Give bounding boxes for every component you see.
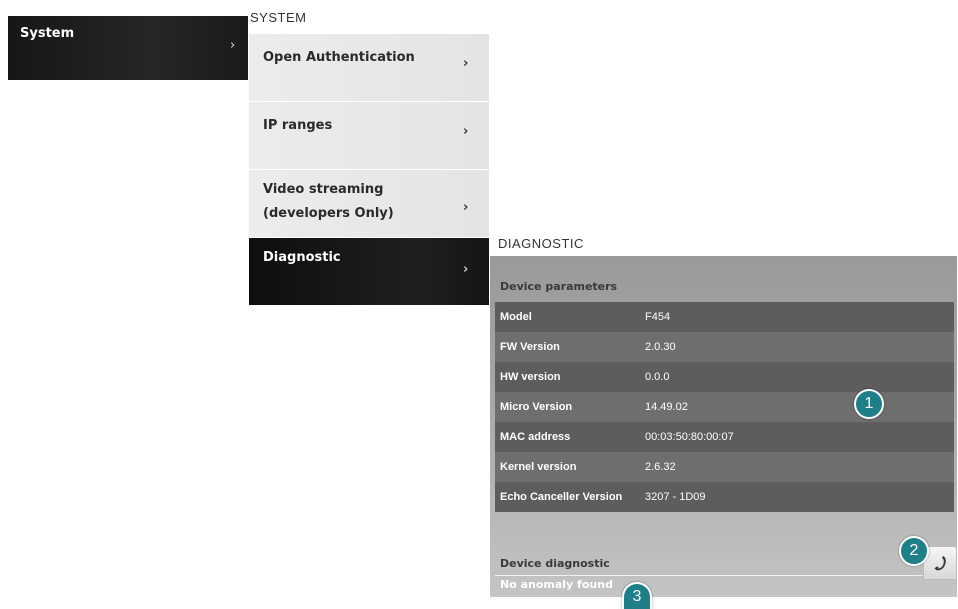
device-diagnostic-label: Device diagnostic — [500, 557, 610, 570]
menu-item-label: Video streaming (developers Only) — [263, 178, 394, 226]
menu-item-open-authentication[interactable]: Open Authentication › — [249, 34, 489, 102]
callout-2: 2 — [899, 536, 929, 566]
system-nav-label: System — [20, 26, 75, 41]
param-value: F454 — [645, 311, 671, 323]
menu-item-label-line1: Video streaming — [263, 182, 384, 197]
callout-3: 3 — [622, 582, 652, 609]
param-key: HW version — [500, 371, 561, 383]
device-parameters-table: Model F454 FW Version 2.0.30 HW version … — [495, 302, 954, 512]
menu-item-label-line2: (developers Only) — [263, 206, 394, 221]
device-parameters-label: Device parameters — [500, 280, 618, 293]
param-key: FW Version — [500, 341, 560, 353]
param-value: 00:03:50:80:00:07 — [645, 431, 734, 443]
param-key: Echo Canceller Version — [500, 491, 623, 503]
chevron-right-icon: › — [463, 56, 469, 71]
table-row: MAC address 00:03:50:80:00:07 — [495, 422, 954, 452]
table-row: HW version 0.0.0 — [495, 362, 954, 392]
phone-icon — [934, 556, 946, 571]
table-row: Micro Version 14.49.02 — [495, 392, 954, 422]
param-value: 2.6.32 — [645, 461, 676, 473]
table-row: Kernel version 2.6.32 — [495, 452, 954, 482]
callout-1: 1 — [854, 389, 884, 419]
chevron-right-icon: › — [230, 38, 236, 53]
chevron-right-icon: › — [463, 124, 469, 139]
status-divider — [495, 575, 954, 576]
chevron-right-icon: › — [463, 262, 469, 277]
table-row: Model F454 — [495, 302, 954, 332]
diagnostic-status: No anomaly found — [500, 578, 613, 591]
menu-item-diagnostic[interactable]: Diagnostic › — [249, 238, 489, 306]
system-menu: Open Authentication › IP ranges › Video … — [249, 34, 489, 306]
menu-item-ip-ranges[interactable]: IP ranges › — [249, 102, 489, 170]
table-row: Echo Canceller Version 3207 - 1D09 — [495, 482, 954, 512]
param-key: Micro Version — [500, 401, 573, 413]
param-value: 2.0.30 — [645, 341, 676, 353]
param-value: 14.49.02 — [645, 401, 688, 413]
param-key: MAC address — [500, 431, 571, 443]
table-row: FW Version 2.0.30 — [495, 332, 954, 362]
menu-item-video-streaming[interactable]: Video streaming (developers Only) › — [249, 170, 489, 238]
param-value: 3207 - 1D09 — [645, 491, 706, 503]
param-key: Kernel version — [500, 461, 577, 473]
diagnostic-heading: DIAGNOSTIC — [498, 236, 584, 251]
system-nav-item[interactable]: System › — [8, 16, 248, 80]
diagnostic-panel: Device parameters Model F454 FW Version … — [490, 256, 957, 597]
param-key: Model — [500, 311, 532, 323]
param-value: 0.0.0 — [645, 371, 670, 383]
menu-item-label: Diagnostic — [263, 250, 341, 265]
chevron-right-icon: › — [463, 200, 469, 215]
system-menu-heading: SYSTEM — [250, 10, 307, 25]
menu-item-label: Open Authentication — [263, 50, 415, 65]
menu-item-label: IP ranges — [263, 118, 333, 133]
